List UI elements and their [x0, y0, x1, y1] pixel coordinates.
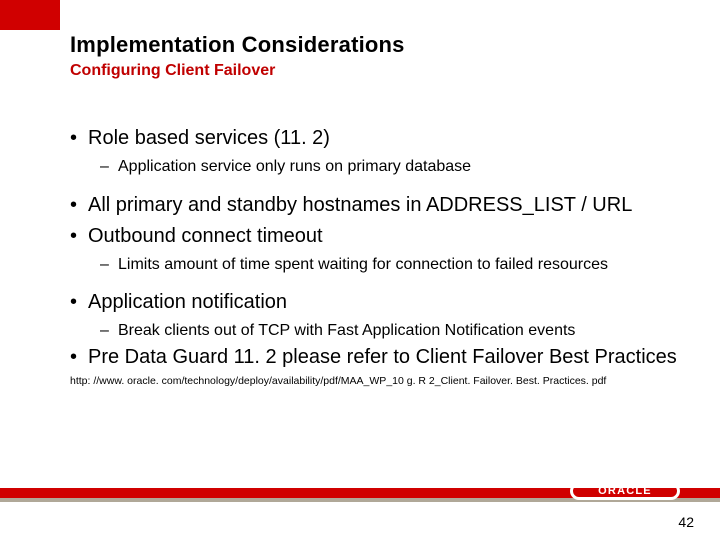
bullet-item: Outbound connect timeout: [70, 223, 690, 250]
bullet-item: Application notification: [70, 289, 690, 316]
page-number: 42: [678, 514, 694, 530]
slide-title: Implementation Considerations: [70, 32, 405, 58]
header-red-block: [0, 0, 60, 30]
bullet-item: All primary and standby hostnames in ADD…: [70, 192, 690, 219]
sub-bullet-item: Limits amount of time spent waiting for …: [70, 254, 690, 276]
reference-url: http: //www. oracle. com/technology/depl…: [70, 375, 690, 388]
bullet-item: Pre Data Guard 11. 2 please refer to Cli…: [70, 344, 690, 371]
sub-bullet-item: Break clients out of TCP with Fast Appli…: [70, 320, 690, 342]
content-area: Role based services (11. 2) Application …: [70, 125, 690, 387]
oracle-pill: ORACLE: [570, 482, 680, 500]
oracle-logo-text: ORACLE: [598, 485, 652, 497]
slide: Implementation Considerations Configurin…: [0, 0, 720, 540]
oracle-logo: ORACLE ®: [570, 482, 680, 504]
bullet-item: Role based services (11. 2): [70, 125, 690, 152]
registered-mark: ®: [683, 480, 688, 487]
sub-bullet-item: Application service only runs on primary…: [70, 156, 690, 178]
slide-subtitle: Configuring Client Failover: [70, 62, 275, 80]
